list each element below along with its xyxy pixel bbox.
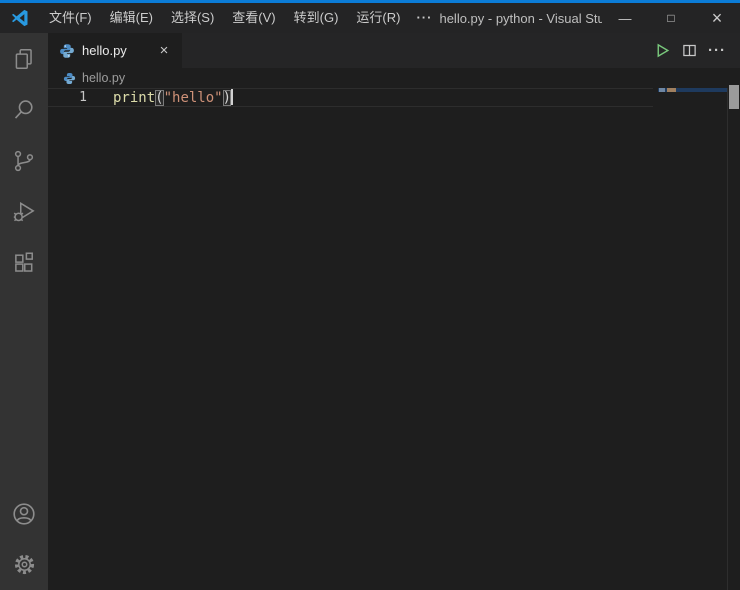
settings-button[interactable] bbox=[0, 539, 48, 590]
editor-actions: ··· bbox=[654, 33, 740, 68]
tab-bar: hello.py × ··· bbox=[48, 33, 740, 68]
menu-overflow-icon[interactable]: ··· bbox=[409, 3, 439, 33]
accounts-button[interactable] bbox=[0, 488, 48, 539]
search-icon bbox=[11, 97, 37, 123]
token-close-paren: ) bbox=[222, 90, 232, 106]
account-icon bbox=[10, 500, 38, 528]
tab-label: hello.py bbox=[82, 43, 127, 58]
vscode-window: 文件(F) 编辑(E) 选择(S) 查看(V) 转到(G) 运行(R) ··· … bbox=[0, 0, 740, 590]
breadcrumb[interactable]: hello.py bbox=[48, 68, 740, 88]
minimap-line bbox=[658, 88, 727, 92]
vscode-logo-icon bbox=[10, 8, 30, 28]
code-editor[interactable]: 1 print("hello") bbox=[48, 85, 740, 590]
tab-close-icon[interactable]: × bbox=[154, 41, 174, 61]
token-string: "hello" bbox=[163, 90, 223, 106]
sidebar-item-search[interactable] bbox=[0, 84, 48, 135]
window-title: hello.py - python - Visual Stu... bbox=[439, 10, 602, 26]
menu-selection[interactable]: 选择(S) bbox=[162, 3, 223, 33]
code-text: print("hello") bbox=[113, 89, 234, 106]
menu-file[interactable]: 文件(F) bbox=[40, 3, 101, 33]
sidebar-item-explorer[interactable] bbox=[0, 33, 48, 84]
editor-group: hello.py × ··· hello.py 1 print("hello") bbox=[48, 33, 740, 590]
close-button[interactable]: × bbox=[694, 3, 740, 33]
split-editor-icon[interactable] bbox=[682, 43, 697, 58]
menu-view[interactable]: 查看(V) bbox=[223, 3, 284, 33]
maximize-button[interactable]: □ bbox=[648, 3, 694, 35]
python-icon bbox=[63, 72, 76, 85]
sidebar-item-extensions[interactable] bbox=[0, 237, 48, 288]
menu-edit[interactable]: 编辑(E) bbox=[101, 3, 162, 33]
minimap-code-speck bbox=[659, 88, 665, 92]
code-line: 1 print("hello") bbox=[48, 88, 653, 107]
menu-run[interactable]: 运行(R) bbox=[347, 3, 409, 33]
line-number: 1 bbox=[79, 90, 87, 105]
debug-icon bbox=[11, 199, 37, 225]
menu-bar: 文件(F) 编辑(E) 选择(S) 查看(V) 转到(G) 运行(R) ··· bbox=[40, 3, 439, 33]
source-control-icon bbox=[11, 148, 37, 174]
menu-go[interactable]: 转到(G) bbox=[285, 3, 348, 33]
window-controls: — □ × bbox=[602, 3, 740, 33]
scrollbar-thumb[interactable] bbox=[729, 85, 739, 109]
sidebar-item-run-debug[interactable] bbox=[0, 186, 48, 237]
extensions-icon bbox=[11, 250, 37, 276]
files-icon bbox=[11, 46, 37, 72]
minimize-button[interactable]: — bbox=[602, 3, 648, 33]
activity-bar bbox=[0, 33, 48, 590]
more-actions-icon[interactable]: ··· bbox=[708, 43, 726, 58]
breadcrumb-file-label: hello.py bbox=[82, 71, 126, 85]
sidebar-item-source-control[interactable] bbox=[0, 135, 48, 186]
editor-scrollbar[interactable] bbox=[728, 85, 740, 590]
title-bar: 文件(F) 编辑(E) 选择(S) 查看(V) 转到(G) 运行(R) ··· … bbox=[0, 3, 740, 33]
token-function: print bbox=[113, 90, 156, 106]
run-python-file-icon[interactable] bbox=[654, 42, 671, 59]
minimap-code-speck bbox=[667, 88, 676, 92]
minimap[interactable] bbox=[658, 88, 727, 590]
tab-hello-py[interactable]: hello.py × bbox=[48, 33, 182, 68]
gear-icon bbox=[11, 551, 38, 578]
text-cursor bbox=[231, 89, 234, 105]
python-icon bbox=[59, 43, 75, 59]
token-open-paren: ( bbox=[155, 90, 164, 106]
